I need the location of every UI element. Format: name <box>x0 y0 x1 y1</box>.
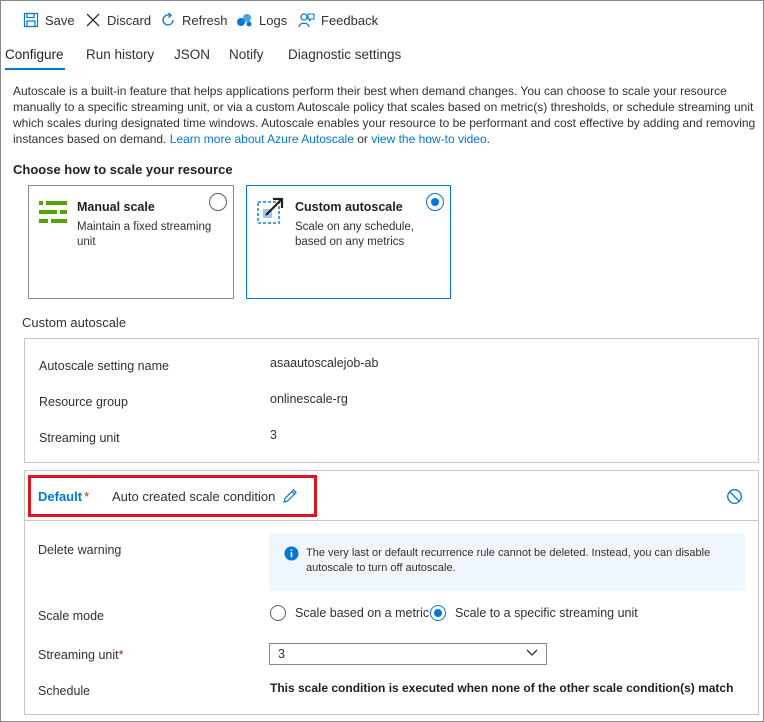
save-button[interactable]: Save <box>23 8 75 32</box>
streaming-unit-required: * <box>118 648 124 662</box>
save-label: Save <box>45 12 75 28</box>
resource-group-value: onlinescale-rg <box>270 392 348 406</box>
custom-autoscale-radio[interactable] <box>426 193 444 211</box>
custom-autoscale-icon <box>257 197 284 224</box>
condition-header-divider <box>25 520 758 521</box>
schedule-text: This scale condition is executed when no… <box>270 681 734 695</box>
scale-by-metric-label[interactable]: Scale based on a metric <box>295 606 429 620</box>
learn-more-link[interactable]: Learn more about Azure Autoscale <box>170 132 354 146</box>
setting-name-label: Autoscale setting name <box>39 359 169 373</box>
disable-icon[interactable] <box>726 488 743 505</box>
intro-or: or <box>353 132 372 146</box>
save-icon <box>23 12 39 28</box>
active-tab-indicator <box>5 68 65 70</box>
autoscale-settings-box: Autoscale setting name asaautoscalejob-a… <box>24 338 759 463</box>
resource-group-label: Resource group <box>39 395 128 409</box>
close-icon <box>86 13 100 27</box>
custom-autoscale-title: Custom autoscale <box>295 200 403 214</box>
manual-scale-desc: Maintain a fixed streaming unit <box>77 221 212 248</box>
delete-warning-text: The very last or default recurrence rule… <box>306 547 711 574</box>
condition-streaming-unit-text: Streaming unit <box>38 648 119 662</box>
manual-scale-radio[interactable] <box>209 193 227 211</box>
discard-button[interactable]: Discard <box>85 8 151 32</box>
how-to-video-link[interactable]: view the how-to video <box>371 132 486 146</box>
refresh-label: Refresh <box>182 12 228 28</box>
setting-name-value: asaautoscalejob-ab <box>270 356 379 370</box>
streaming-unit-dropdown[interactable]: 3 <box>269 643 547 665</box>
info-icon <box>284 546 299 561</box>
streaming-unit-value: 3 <box>270 428 277 442</box>
tab-notify[interactable]: Notify <box>229 47 264 62</box>
streaming-unit-label: Streaming unit <box>39 431 120 445</box>
intro-end: . <box>486 132 490 146</box>
feedback-icon <box>298 13 315 28</box>
intro-text: Autoscale is a built-in feature that hel… <box>13 83 758 147</box>
logs-button[interactable]: Logs <box>236 8 287 32</box>
chevron-down-icon <box>526 649 538 656</box>
delete-warning-label: Delete warning <box>38 543 122 557</box>
tab-json[interactable]: JSON <box>174 47 210 62</box>
scale-choice-heading: Choose how to scale your resource <box>13 162 233 177</box>
manual-scale-title: Manual scale <box>77 200 155 214</box>
feedback-label: Feedback <box>321 12 379 28</box>
custom-autoscale-section-label: Custom autoscale <box>22 315 127 330</box>
custom-autoscale-card[interactable]: Custom autoscale Scale on any schedule, … <box>246 185 451 299</box>
manual-scale-icon <box>39 201 67 223</box>
schedule-label: Schedule <box>38 684 91 698</box>
tab-configure[interactable]: Configure <box>5 47 64 62</box>
scale-mode-label: Scale mode <box>38 609 105 623</box>
refresh-icon <box>162 12 174 26</box>
streaming-unit-selected: 3 <box>278 647 285 661</box>
scale-to-unit-label[interactable]: Scale to a specific streaming unit <box>455 606 638 620</box>
discard-label: Discard <box>107 12 152 28</box>
tab-run-history[interactable]: Run history <box>86 47 154 62</box>
logs-label: Logs <box>259 12 288 28</box>
condition-highlight-box <box>28 475 317 517</box>
delete-warning-infobox: The very last or default recurrence rule… <box>269 533 745 591</box>
logs-icon <box>237 14 252 27</box>
tab-diagnostic-settings[interactable]: Diagnostic settings <box>288 47 401 62</box>
scale-to-unit-radio[interactable] <box>430 605 446 621</box>
condition-streaming-unit-label: Streaming unit* <box>38 648 123 662</box>
feedback-button[interactable]: Feedback <box>298 8 378 32</box>
scale-by-metric-radio[interactable] <box>270 605 286 621</box>
manual-scale-card[interactable]: Manual scale Maintain a fixed streaming … <box>28 185 234 299</box>
custom-autoscale-desc: Scale on any schedule, based on any metr… <box>295 221 414 248</box>
refresh-button[interactable]: Refresh <box>160 8 228 32</box>
